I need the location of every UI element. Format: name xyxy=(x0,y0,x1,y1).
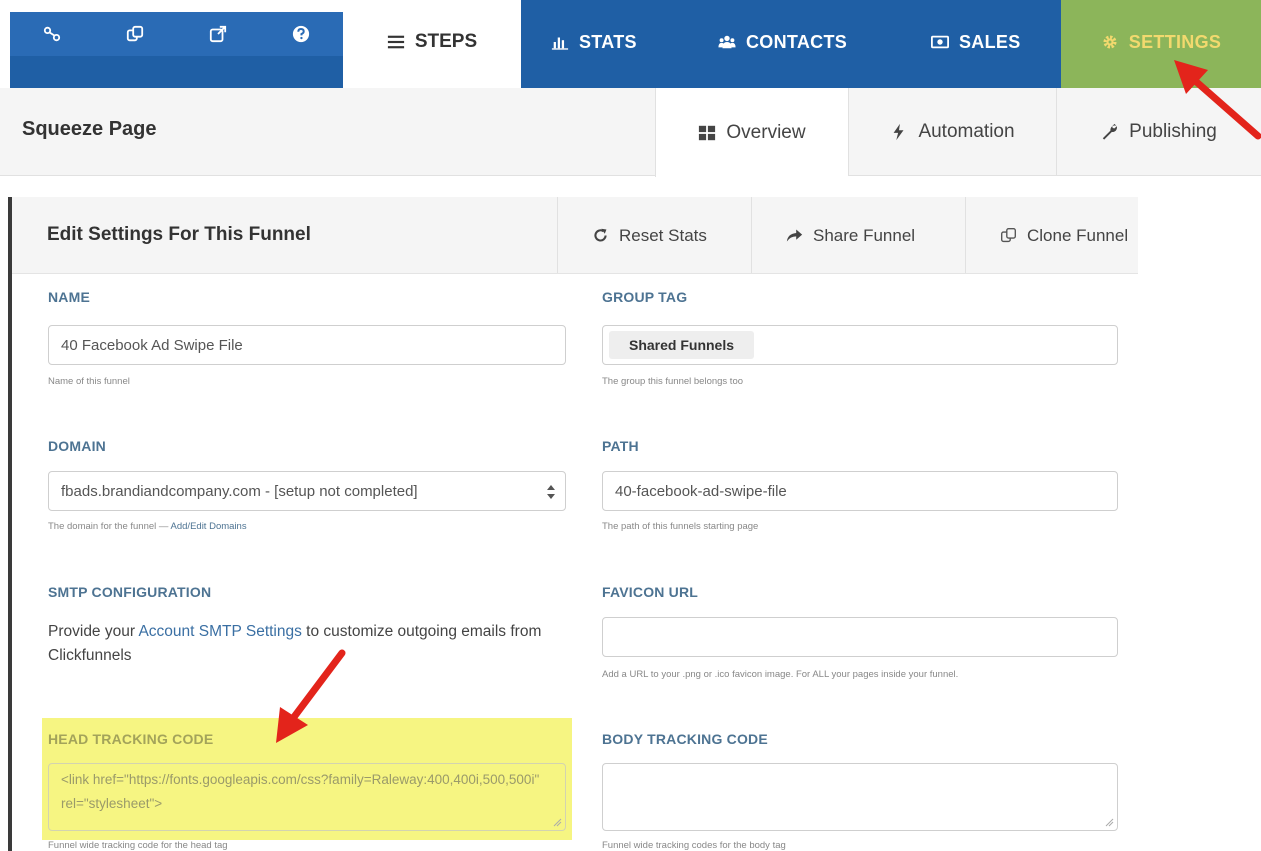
page-title: Squeeze Page xyxy=(22,118,157,140)
favicon-help: Add a URL to your .png or .ico favicon i… xyxy=(602,669,959,680)
share-icon xyxy=(786,229,803,242)
clone-icon[interactable] xyxy=(93,12,176,56)
account-smtp-settings-link[interactable]: Account SMTP Settings xyxy=(138,623,301,640)
name-label: NAME xyxy=(48,289,91,305)
wrench-icon xyxy=(1102,123,1118,140)
body-tracking-help: Funnel wide tracking codes for the body … xyxy=(602,840,786,851)
body-tracking-label: BODY TRACKING CODE xyxy=(602,731,768,747)
head-tracking-textarea[interactable]: <link href="https://fonts.googleapis.com… xyxy=(48,763,566,831)
grid-icon xyxy=(699,125,716,140)
panel-left-border xyxy=(8,197,12,851)
nav-stats[interactable]: STATS xyxy=(551,0,637,88)
group-tag-help: The group this funnel belongs too xyxy=(602,376,744,387)
path-label: PATH xyxy=(602,438,639,454)
body-tracking-textarea[interactable] xyxy=(602,763,1118,831)
name-input[interactable]: 40 Facebook Ad Swipe File xyxy=(48,325,566,365)
top-nav: STEPS STATS CONTACTS SALES SETTINGS xyxy=(0,0,1261,88)
share-funnel-label: Share Funnel xyxy=(813,225,916,245)
clone-funnel-label: Clone Funnel xyxy=(1027,225,1129,245)
add-edit-domains-link[interactable]: Add/Edit Domains xyxy=(171,521,247,532)
users-icon xyxy=(718,35,736,49)
path-help: The path of this funnels starting page xyxy=(602,521,759,532)
smtp-text-prefix: Provide your xyxy=(48,623,139,640)
icon-toolbar xyxy=(10,12,343,88)
domain-select-value: fbads.brandiandcompany.com - [setup not … xyxy=(61,482,418,500)
external-link-icon[interactable] xyxy=(176,12,259,56)
tab-automation-label: Automation xyxy=(918,121,1015,142)
name-input-value: 40 Facebook Ad Swipe File xyxy=(61,336,243,354)
favicon-input[interactable] xyxy=(602,617,1118,657)
nav-sales[interactable]: SALES xyxy=(931,0,1021,88)
path-input-value: 40-facebook-ad-swipe-file xyxy=(615,482,787,500)
head-tracking-help: Funnel wide tracking code for the head t… xyxy=(48,840,228,851)
head-tracking-label: HEAD TRACKING CODE xyxy=(48,731,214,747)
tab-overview-label: Overview xyxy=(726,121,806,143)
favicon-label: FAVICON URL xyxy=(602,584,699,600)
nav-contacts-label: CONTACTS xyxy=(746,31,848,52)
group-tag-input[interactable]: Shared Funnels xyxy=(602,325,1118,365)
smtp-label: SMTP CONFIGURATION xyxy=(48,584,212,600)
domain-help-text: The domain for the funnel — xyxy=(48,521,171,532)
nav-tab-bar: STATS CONTACTS SALES xyxy=(521,0,1061,88)
head-tracking-value: <link href="https://fonts.googleapis.com… xyxy=(61,772,540,811)
nav-contacts[interactable]: CONTACTS xyxy=(718,0,847,88)
panel-title: Edit Settings For This Funnel xyxy=(47,224,311,245)
resize-handle-icon[interactable] xyxy=(553,818,562,827)
resize-handle-icon[interactable] xyxy=(1105,818,1114,827)
select-arrows-icon xyxy=(547,485,555,499)
domain-help: The domain for the funnel — Add/Edit Dom… xyxy=(48,521,247,532)
nav-stats-label: STATS xyxy=(579,31,637,52)
nav-steps[interactable]: STEPS xyxy=(343,0,521,88)
question-icon[interactable] xyxy=(259,12,342,56)
path-input[interactable]: 40-facebook-ad-swipe-file xyxy=(602,471,1118,511)
domain-label: DOMAIN xyxy=(48,438,106,454)
domain-select[interactable]: fbads.brandiandcompany.com - [setup not … xyxy=(48,471,566,511)
panel-header: Edit Settings For This Funnel Reset Stat… xyxy=(12,197,1138,274)
name-help: Name of this funnel xyxy=(48,376,130,387)
link-icon[interactable] xyxy=(10,12,93,56)
group-tag-chip[interactable]: Shared Funnels xyxy=(609,331,755,359)
gear-icon xyxy=(1103,35,1117,49)
refresh-icon xyxy=(594,228,607,242)
reset-stats-label: Reset Stats xyxy=(619,225,707,245)
nav-steps-label: STEPS xyxy=(414,31,478,52)
nav-sales-label: SALES xyxy=(959,31,1021,52)
reset-stats-button[interactable]: Reset Stats xyxy=(557,197,751,273)
bar-chart-icon xyxy=(551,37,569,50)
bolt-icon xyxy=(894,123,904,141)
menu-icon xyxy=(387,35,404,49)
red-arrow-head-tracking xyxy=(276,649,346,743)
red-arrow-settings xyxy=(1174,60,1261,140)
tab-automation[interactable]: Automation xyxy=(848,88,1056,176)
clone-funnel-button[interactable]: Clone Funnel xyxy=(965,197,1138,273)
group-tag-label: GROUP TAG xyxy=(602,289,688,305)
money-icon xyxy=(931,35,949,49)
share-funnel-button[interactable]: Share Funnel xyxy=(751,197,965,273)
sub-header: Squeeze Page Overview Automation Publish… xyxy=(0,88,1261,177)
tab-overview[interactable]: Overview xyxy=(655,88,848,177)
clone-icon xyxy=(1001,228,1016,243)
